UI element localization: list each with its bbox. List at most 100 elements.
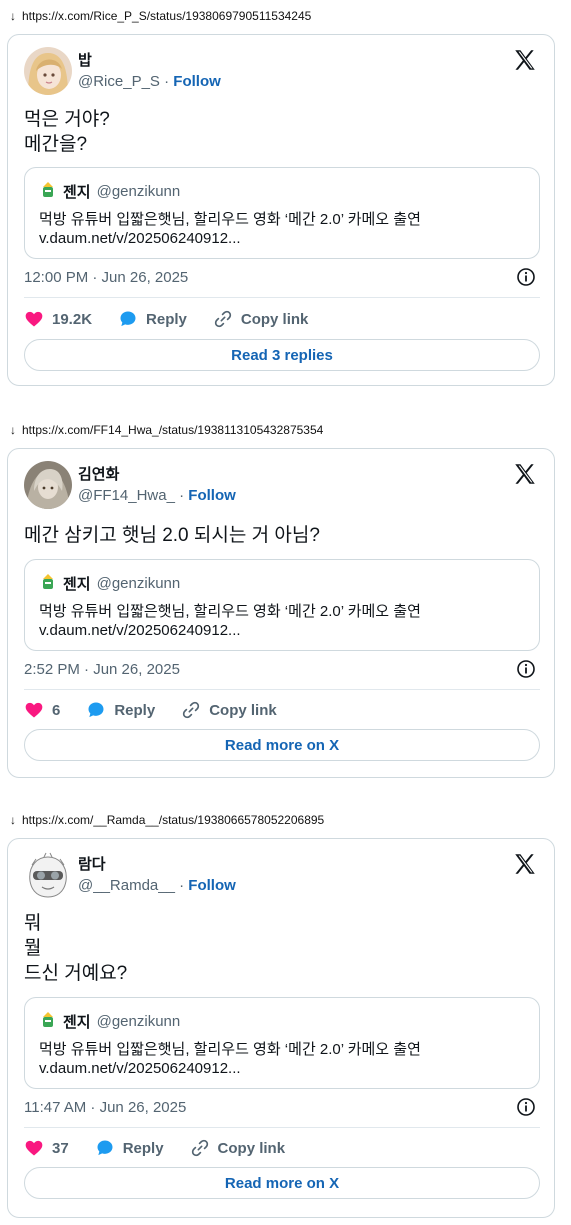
like-button[interactable]: 37	[24, 1138, 69, 1158]
copy-link-label: Copy link	[209, 701, 277, 719]
quoted-avatar-icon	[39, 572, 57, 594]
x-logo-icon[interactable]	[512, 461, 538, 487]
down-arrow-icon: ↓	[10, 423, 16, 437]
quoted-text: 먹방 유튜버 입짧은햇님, 할리우드 영화 ‘메간 2.0’ 카메오 출연	[39, 1041, 421, 1058]
author-handle-row: @FF14_Hwa_ · Follow	[78, 487, 236, 504]
tweet-text-line: 뭘	[24, 938, 42, 959]
quoted-avatar-icon	[39, 1010, 57, 1032]
source-url-line: ↓ https://x.com/Rice_P_S/status/19380697…	[10, 6, 311, 26]
link-icon	[191, 1139, 208, 1157]
divider	[24, 689, 540, 690]
author-handle[interactable]: @__Ramda__	[78, 877, 175, 894]
read-more-button[interactable]: Read more on X	[24, 1167, 540, 1199]
quoted-text: 먹방 유튜버 입짧은햇님, 할리우드 영화 ‘메간 2.0’ 카메오 출연	[39, 603, 421, 620]
author-name[interactable]: 밥	[78, 49, 92, 70]
like-count: 37	[52, 1139, 69, 1157]
separator: ·	[179, 877, 185, 894]
source-url[interactable]: https://x.com/__Ramda__/status/193806657…	[22, 813, 324, 827]
reply-button[interactable]: Reply	[118, 309, 187, 329]
info-icon[interactable]	[516, 267, 536, 287]
follow-button[interactable]: Follow	[188, 877, 236, 894]
quoted-tweet[interactable]: 젠지 @genzikunn 먹방 유튜버 입짧은햇님, 할리우드 영화 ‘메간 …	[24, 167, 540, 259]
quoted-text: 먹방 유튜버 입짧은햇님, 할리우드 영화 ‘메간 2.0’ 카메오 출연	[39, 211, 421, 228]
down-arrow-icon: ↓	[10, 9, 16, 23]
author-handle[interactable]: @FF14_Hwa_	[78, 487, 175, 504]
action-bar: 37 Reply Copy link	[24, 1137, 311, 1159]
post-block-3: ↓ https://x.com/__Ramda__/status/1938066…	[0, 810, 571, 1222]
like-count: 6	[52, 701, 61, 719]
timestamp[interactable]: 12:00 PM · Jun 26, 2025	[24, 269, 188, 286]
x-logo-icon[interactable]	[512, 47, 538, 73]
quoted-link[interactable]: v.daum.net/v/202506240912...	[39, 230, 241, 247]
quoted-tweet[interactable]: 젠지 @genzikunn 먹방 유튜버 입짧은햇님, 할리우드 영화 ‘메간 …	[24, 997, 540, 1089]
like-count: 19.2K	[52, 310, 93, 328]
info-icon[interactable]	[516, 659, 536, 679]
copy-link-button[interactable]: Copy link	[213, 309, 308, 329]
author-handle-row: @Rice_P_S · Follow	[78, 73, 221, 90]
x-logo-icon[interactable]	[512, 851, 538, 877]
reply-label: Reply	[146, 310, 187, 328]
quoted-avatar-icon	[39, 180, 57, 202]
copy-link-button[interactable]: Copy link	[181, 700, 277, 720]
source-url[interactable]: https://x.com/Rice_P_S/status/1938069790…	[22, 9, 311, 23]
copy-link-button[interactable]: Copy link	[190, 1138, 286, 1158]
tweet-card: 밥 @Rice_P_S · Follow 먹은 거야? 메간을? 젠지 @gen…	[7, 34, 555, 386]
quoted-tweet-header: 젠지 @genzikunn	[39, 572, 180, 594]
action-bar: 19.2K Reply Copy link	[24, 308, 334, 330]
quoted-author-name: 젠지	[63, 575, 91, 593]
tweet-text-line: 뭐	[24, 913, 42, 934]
down-arrow-icon: ↓	[10, 813, 16, 827]
tweet-text: 뭐 뭘 드신 거예요?	[24, 911, 127, 986]
heart-icon	[25, 311, 43, 327]
reply-label: Reply	[122, 1139, 164, 1157]
tweet-text: 먹은 거야? 메간을?	[24, 107, 110, 157]
tweet-text: 메간 삼키고 햇님 2.0 되시는 거 아님?	[24, 523, 320, 548]
like-button[interactable]: 19.2K	[24, 309, 92, 329]
avatar[interactable]	[24, 47, 72, 95]
author-name[interactable]: 람다	[78, 853, 106, 874]
speech-bubble-icon	[120, 311, 136, 327]
follow-button[interactable]: Follow	[173, 73, 221, 90]
author-handle[interactable]: @Rice_P_S	[78, 73, 160, 90]
speech-bubble-icon	[88, 702, 104, 718]
reply-button[interactable]: Reply	[95, 1138, 164, 1158]
heart-icon	[25, 1140, 43, 1156]
like-button[interactable]: 6	[24, 700, 60, 720]
quoted-tweet[interactable]: 젠지 @genzikunn 먹방 유튜버 입짧은햇님, 할리우드 영화 ‘메간 …	[24, 559, 540, 651]
tweet-text-line: 먹은 거야?	[24, 109, 110, 130]
author-handle-row: @__Ramda__ · Follow	[78, 877, 236, 894]
timestamp[interactable]: 2:52 PM · Jun 26, 2025	[24, 661, 180, 678]
source-url-line: ↓ https://x.com/__Ramda__/status/1938066…	[10, 810, 324, 830]
quoted-author-name: 젠지	[63, 183, 91, 201]
divider	[24, 297, 540, 298]
quoted-link[interactable]: v.daum.net/v/202506240912...	[39, 622, 241, 639]
link-icon	[214, 310, 232, 328]
speech-bubble-icon	[97, 1140, 113, 1156]
follow-button[interactable]: Follow	[188, 487, 236, 504]
divider	[24, 1127, 540, 1128]
separator: ·	[164, 73, 170, 90]
separator: ·	[179, 487, 185, 504]
post-block-2: ↓ https://x.com/FF14_Hwa_/status/1938113…	[0, 420, 571, 782]
reply-label: Reply	[114, 701, 156, 719]
post-block-1: ↓ https://x.com/Rice_P_S/status/19380697…	[0, 6, 571, 390]
timestamp[interactable]: 11:47 AM · Jun 26, 2025	[24, 1099, 186, 1116]
avatar[interactable]	[24, 461, 72, 509]
quoted-author-handle: @genzikunn	[96, 182, 181, 200]
source-url[interactable]: https://x.com/FF14_Hwa_/status/193811310…	[22, 423, 323, 437]
tweet-text-line: 드신 거예요?	[24, 963, 128, 984]
info-icon[interactable]	[516, 1097, 536, 1117]
read-more-button[interactable]: Read more on X	[24, 729, 540, 761]
quoted-link[interactable]: v.daum.net/v/202506240912...	[39, 1060, 241, 1077]
tweet-card: 람다 @__Ramda__ · Follow 뭐 뭘 드신 거예요? 젠지 @g…	[7, 838, 555, 1218]
tweet-text-line: 메간 삼키고 햇님 2.0 되시는 거 아님?	[24, 525, 320, 546]
avatar[interactable]	[24, 851, 72, 899]
author-name[interactable]: 김연화	[78, 463, 119, 484]
reply-button[interactable]: Reply	[86, 700, 155, 720]
heart-icon	[25, 702, 43, 718]
copy-link-label: Copy link	[217, 1139, 286, 1157]
quoted-author-handle: @genzikunn	[96, 1012, 181, 1030]
read-replies-button[interactable]: Read 3 replies	[24, 339, 540, 371]
tweet-text-line: 메간을?	[24, 134, 88, 155]
link-icon	[183, 701, 200, 719]
